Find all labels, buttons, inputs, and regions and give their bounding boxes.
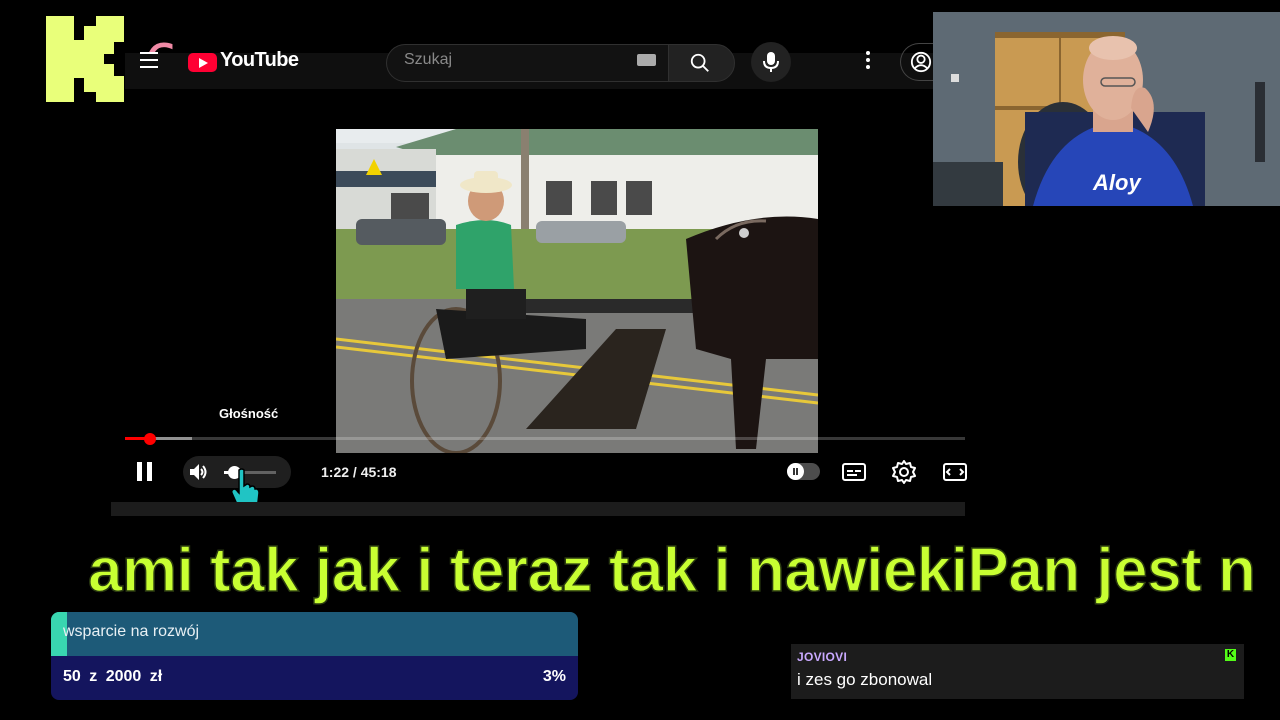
voice-search-button[interactable]: [751, 42, 791, 82]
chat-message-text: i zes go zbonowal: [797, 670, 933, 689]
donation-goal-target: 2000: [105, 668, 142, 685]
more-vert-icon[interactable]: [866, 51, 872, 71]
player-bottom-strip: [111, 502, 965, 516]
progress-scrubber-handle[interactable]: [144, 433, 157, 445]
autoplay-toggle[interactable]: [787, 463, 820, 480]
pause-icon[interactable]: [137, 462, 153, 482]
video-frame[interactable]: [336, 129, 818, 453]
webcam-overlay: Aloy: [933, 12, 1280, 206]
donation-goal-current: 50: [63, 668, 81, 685]
donation-goal-widget: wsparcie na rozwój 50 z 2000 zł 3%: [51, 612, 578, 700]
donation-goal-label: wsparcie na rozwój: [63, 623, 200, 640]
theater-mode-icon[interactable]: [943, 462, 967, 482]
keyboard-icon[interactable]: [637, 54, 656, 66]
settings-icon[interactable]: [892, 460, 916, 484]
account-icon: [910, 51, 932, 73]
search-icon: [690, 53, 709, 72]
donation-goal-header: wsparcie na rozwój: [51, 612, 578, 656]
scrolling-caption-text: ami tak jak i teraz tak i nawiekiPan jes…: [87, 536, 1256, 606]
donation-goal-amount: 50 z 2000 zł: [63, 668, 162, 686]
youtube-logo-text[interactable]: YouTube: [220, 49, 299, 72]
autoplay-toggle-knob: [787, 463, 804, 480]
subtitles-icon[interactable]: [842, 462, 866, 482]
stream-canvas: 6 YouTube Szukaj: [0, 0, 1280, 720]
volume-icon[interactable]: [188, 461, 210, 483]
donation-goal-footer: 50 z 2000 zł 3%: [51, 656, 578, 700]
time-display: 1:22 / 45:18: [321, 464, 397, 480]
donation-goal-percent: 3%: [542, 668, 566, 685]
search-button[interactable]: [668, 44, 735, 82]
donation-goal-currency: zł: [149, 668, 163, 685]
donation-goal-separator: z: [89, 668, 98, 685]
kick-badge-icon: K: [1225, 649, 1236, 661]
hamburger-icon[interactable]: [140, 52, 158, 68]
kick-logo-icon: [46, 16, 124, 102]
mic-icon: [763, 52, 779, 72]
search-placeholder[interactable]: Szukaj: [404, 51, 452, 69]
scrolling-caption: ami tak jak i teraz tak i nawiekiPan jes…: [0, 536, 1280, 606]
youtube-logo-icon[interactable]: [188, 53, 217, 72]
progress-bar[interactable]: [125, 437, 965, 440]
svg-text:Aloy: Aloy: [1092, 170, 1142, 195]
chat-message: JOVIOVI i zes go zbonowal K: [791, 644, 1244, 699]
volume-tooltip: Głośność: [219, 406, 279, 421]
chat-username: JOVIOVI: [797, 650, 848, 664]
